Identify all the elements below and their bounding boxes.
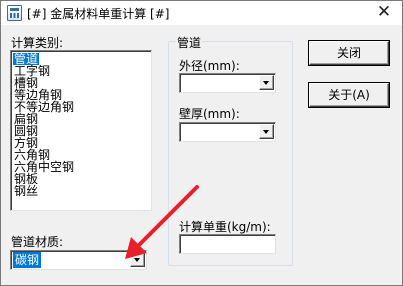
group-title: 管道 — [176, 34, 203, 51]
close-button[interactable]: 关闭 — [309, 41, 389, 65]
material-value: 碳钢 — [13, 252, 42, 268]
wall-thickness-label: 壁厚(mm): — [179, 107, 240, 121]
main-window: [#] 金属材料单重计算 [#] ✕ 计算类别: 管道 工字钢 槽钢 等边角钢 … — [0, 0, 403, 286]
outer-diameter-combobox[interactable] — [179, 73, 276, 93]
outer-diameter-value — [182, 75, 186, 91]
category-label: 计算类别: — [11, 36, 64, 50]
outer-diameter-label: 外径(mm): — [179, 59, 240, 73]
arrow-shaft — [135, 185, 199, 249]
chevron-down-icon[interactable] — [259, 75, 274, 90]
material-label: 管道材质: — [11, 235, 64, 249]
app-icon — [7, 5, 22, 21]
wall-thickness-value — [182, 124, 186, 140]
wall-thickness-combobox[interactable] — [179, 122, 276, 142]
red-arrow-annotation — [125, 185, 199, 259]
window-title: [#] 金属材料单重计算 [#] — [27, 7, 170, 21]
about-button[interactable]: 关于(A) — [309, 83, 389, 107]
title-bar: [#] 金属材料单重计算 [#] ✕ — [1, 1, 402, 25]
chevron-down-icon[interactable] — [259, 124, 274, 139]
list-item[interactable]: 钢丝 — [13, 185, 39, 197]
close-window-button[interactable]: ✕ — [366, 1, 402, 23]
